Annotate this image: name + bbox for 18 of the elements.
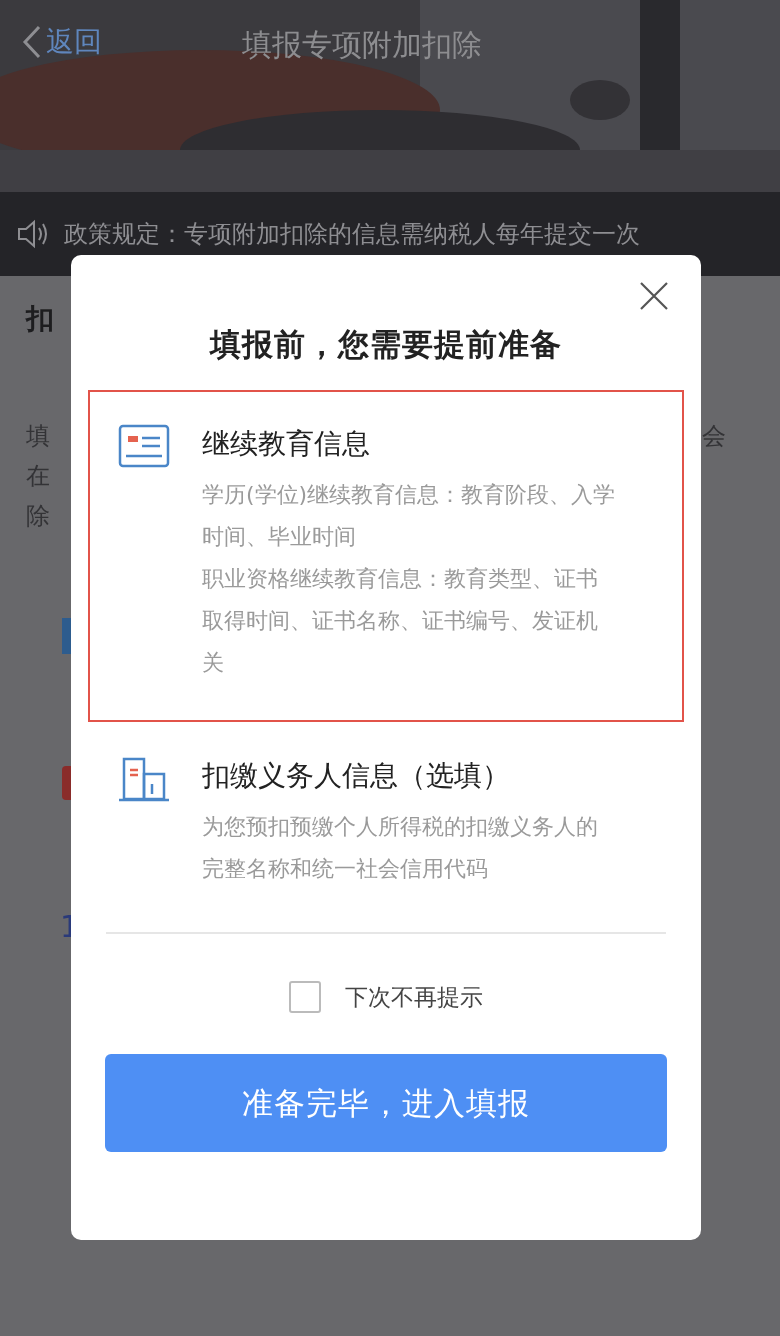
item-description: 学历(学位)继续教育信息：教育阶段、入学时间、毕业时间 xyxy=(202,480,616,551)
close-icon xyxy=(639,281,669,311)
building-icon xyxy=(118,755,170,802)
back-button[interactable]: 返回 xyxy=(22,21,102,63)
speaker-icon xyxy=(16,219,50,249)
confirm-button[interactable]: 准备完毕，进入填报 xyxy=(105,1054,667,1152)
item-title: 扣缴义务人信息（选填） xyxy=(202,757,511,794)
page-title: 填报专项附加扣除 xyxy=(242,26,482,64)
item-description: 为您预扣预缴个人所得税的扣缴义务人的完整名称和统一社会信用代码 xyxy=(202,812,599,883)
chevron-left-icon xyxy=(22,25,42,59)
notice-text: 政策规定：专项附加扣除的信息需纳税人每年提交一次 xyxy=(64,219,640,250)
id-card-icon xyxy=(118,423,170,468)
item-title: 继续教育信息 xyxy=(202,425,371,462)
section-heading: 扣 xyxy=(26,301,54,337)
checkbox[interactable] xyxy=(289,980,321,1013)
dialog-title: 填报前，您需要提前准备 xyxy=(210,325,562,364)
item-description: 职业资格继续教育信息：教育类型、证书取得时间、证书名称、证书编号、发证机关 xyxy=(202,564,599,677)
checkbox-label: 下次不再提示 xyxy=(345,982,483,1012)
